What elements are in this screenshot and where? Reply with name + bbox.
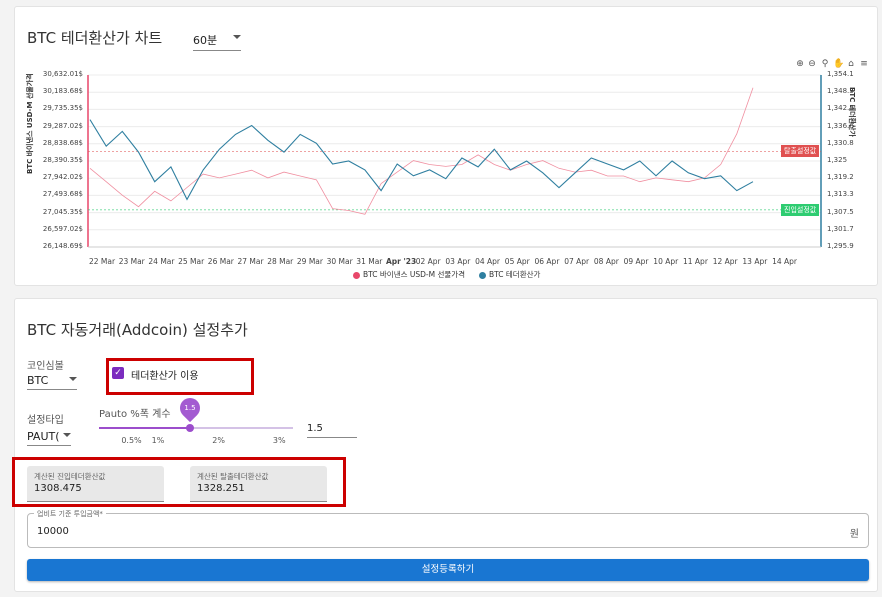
slider-value-bubble: 1.5 [175, 393, 205, 423]
legend-dot-icon [479, 271, 486, 279]
annotation-label: 탈출설정값 [781, 145, 820, 158]
slider-thumb[interactable] [185, 424, 194, 432]
amount-label: 업비트 기준 투입금액* [34, 509, 106, 519]
settings-card: BTC 자동거래(Addcoin) 설정추가 코인심볼 BTC ✓ 테더환산가 … [12, 298, 878, 592]
chart-card: BTC 테더환산가 차트 60분 ⊕ ⊖ ⚲ ✋ ⌂ ≡ BTC 바이낸스 US… [14, 6, 878, 286]
setting-type-value: PAUT( [27, 430, 60, 443]
slider-label: Pauto %폭 계수 [99, 409, 171, 420]
setting-type-select[interactable]: PAUT( [27, 430, 71, 446]
amount-value: 10000 [37, 526, 69, 537]
setting-type-label: 설정타입 [27, 415, 64, 426]
highlight-box [106, 358, 254, 395]
settings-title: BTC 자동거래(Addcoin) 설정추가 [27, 321, 248, 339]
slider-value-input[interactable]: 1.5 [307, 423, 357, 438]
slider-mark-label: 1% [151, 436, 165, 445]
chevron-down-icon [63, 433, 71, 437]
legend-label: BTC 바이낸스 USD-M 선물가격 [363, 270, 466, 279]
amount-field[interactable]: 업비트 기준 투입금액* 10000 원 [27, 509, 869, 548]
legend-dot-icon [353, 271, 360, 279]
chart-plot [87, 74, 822, 248]
slider-fill [99, 427, 190, 429]
legend-item-futures[interactable]: BTC 바이낸스 USD-M 선물가격 [353, 269, 465, 280]
legend-label: BTC 테더환산가 [489, 270, 541, 279]
coin-symbol-select[interactable]: BTC [27, 374, 77, 390]
coin-symbol-label: 코인심볼 [27, 361, 64, 372]
slider-mark-label: 3% [272, 436, 286, 445]
slider-mark-label: 0.5% [121, 436, 142, 445]
coin-symbol-value: BTC [27, 374, 49, 387]
series-line [89, 119, 754, 201]
highlight-box [12, 457, 346, 507]
amount-unit: 원 [849, 529, 859, 540]
submit-button[interactable]: 설정등록하기 [27, 559, 869, 581]
legend-item-tether[interactable]: BTC 테더환산가 [479, 269, 540, 280]
chevron-down-icon [69, 377, 77, 381]
annotation-label: 진입설정값 [781, 203, 820, 216]
slider-mark-label: 2% [212, 436, 225, 445]
slider-bubble-text: 1.5 [184, 404, 196, 412]
